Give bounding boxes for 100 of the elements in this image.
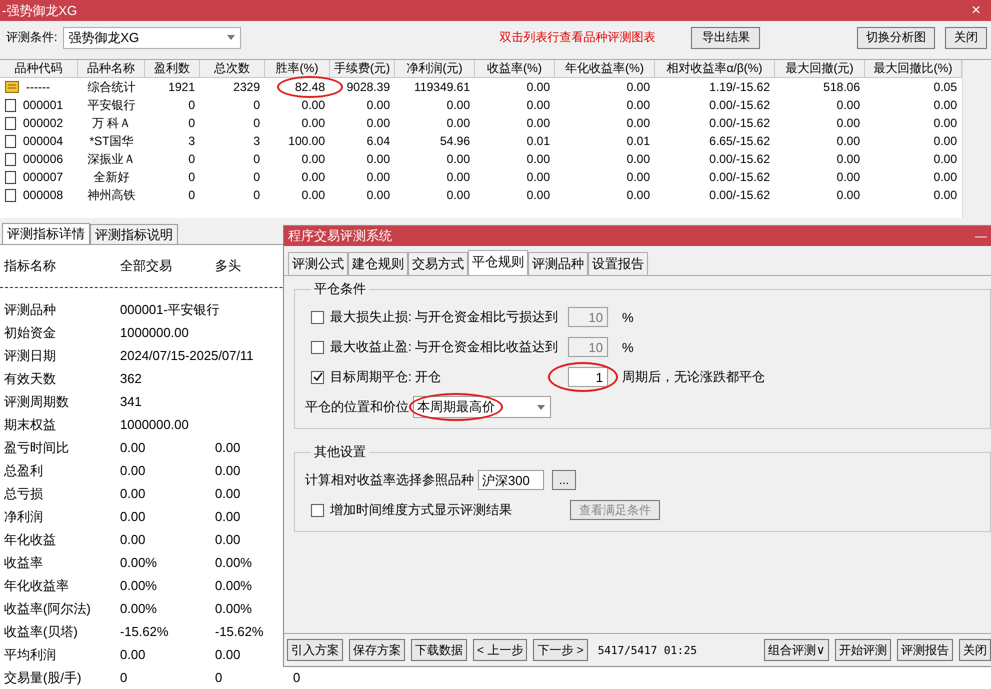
option-label: 最大损失止损: 与开仓资金相比亏损达到 (330, 308, 560, 326)
toolbar-button[interactable]: 切换分析图 (857, 26, 935, 49)
number-field[interactable]: 1 (568, 367, 608, 387)
table-cell: 0 (253, 98, 260, 112)
document-icon (5, 134, 16, 148)
progress-status: 5417/5417 01:25 (598, 644, 698, 656)
metric-value: 0.00 (215, 439, 242, 457)
metric-value: -15.62% (215, 623, 264, 641)
table-cell: 0 (253, 188, 260, 202)
table-cell: 0.00 (446, 152, 470, 166)
table-cell: 0.00 (302, 188, 325, 202)
footer-button[interactable]: 开始评测 (835, 639, 891, 661)
column-header[interactable]: 最大回撤(元) (775, 60, 865, 78)
table-cell: 0.00 (366, 152, 390, 166)
table-cell: 0 (188, 116, 195, 130)
table-cell: 9028.39 (346, 80, 390, 94)
footer-button[interactable]: 评测报告 (897, 639, 953, 661)
window-title: -强势御龙XG (2, 2, 78, 20)
metric-value: 0 (293, 669, 302, 687)
metric-value: 341 (120, 393, 143, 411)
table-cell: 0.00 (302, 170, 325, 184)
metric-value: 0.00 (120, 462, 146, 480)
price-dropdown[interactable]: 本周期最高价 (413, 396, 551, 418)
metric-name: 净利润 (3, 508, 44, 526)
browse-button[interactable]: ... (552, 470, 576, 490)
footer-button[interactable]: < 上一步 (473, 639, 528, 661)
column-header[interactable]: 品种名称 (78, 60, 145, 78)
column-header[interactable]: 相对收益率α/β(%) (655, 60, 775, 78)
toolbar-button[interactable]: 关闭 (945, 26, 987, 49)
option-label: 计算相对收益率选择参照品种 (305, 471, 474, 489)
settings-tab[interactable]: 建仓规则 (348, 252, 408, 275)
column-header[interactable]: 品种代码 (0, 60, 78, 78)
metric-value: 0.00 (215, 646, 242, 664)
metric-value: 0.00% (215, 577, 253, 595)
option-label: 增加时间维度方式显示评测结果 (330, 501, 513, 519)
condition-label: 评测条件: (6, 29, 58, 46)
unit-label: % (622, 340, 634, 354)
caret-icon (537, 404, 545, 410)
metric-value: 0.00 (120, 439, 146, 457)
column-header[interactable]: 胜率(%) (265, 60, 330, 78)
document-icon (5, 98, 16, 112)
table-cell: 82.48 (294, 80, 325, 94)
table-cell: 0.00 (526, 80, 550, 94)
folder-icon (5, 81, 19, 94)
minimize-button[interactable]: — (971, 229, 991, 243)
settings-tab[interactable]: 评测品种 (528, 252, 588, 275)
table-cell: 0.00/-15.62 (709, 188, 770, 202)
close-button[interactable]: × (961, 0, 991, 21)
footer-button[interactable]: 下载数据 (411, 639, 467, 661)
metric-name: 期末权益 (3, 416, 57, 434)
table-cell: 6.65/-15.62 (709, 134, 770, 148)
metric-value: 0.00 (120, 646, 146, 664)
footer-button[interactable]: 下一步 > (533, 639, 588, 661)
column-header[interactable]: 总次数 (200, 60, 265, 78)
table-cell: ------ (26, 80, 50, 94)
export-button[interactable]: 导出结果 (691, 26, 760, 49)
document-icon (5, 188, 16, 202)
table-cell: 0 (253, 116, 260, 130)
table-cell: 0.05 (934, 80, 957, 94)
option-label: 最大收益止盈: 与开仓资金相比收益达到 (330, 338, 560, 356)
table-cell: 0.00 (934, 170, 957, 184)
table-cell: 3 (253, 134, 260, 148)
footer-button[interactable]: 引入方案 (287, 639, 343, 661)
metric-name: 收益率(阿尔法) (3, 600, 92, 618)
table-cell: 0.00 (934, 116, 957, 130)
settings-tab[interactable]: 评测公式 (288, 252, 348, 275)
group-title: 其他设置 (313, 443, 367, 461)
column-header[interactable]: 手续费(元) (330, 60, 395, 78)
metric-value: 000001-平安银行 (120, 301, 220, 319)
table-cell: 54.96 (440, 134, 470, 148)
scrollbar[interactable] (962, 60, 991, 218)
metric-name: 年化收益率 (3, 577, 70, 595)
metric-name: 评测品种 (3, 301, 57, 319)
benchmark-field[interactable]: 沪深300 (478, 470, 544, 490)
column-header[interactable]: 净利润(元) (395, 60, 475, 78)
option-label: 目标周期平仓: 开仓 (330, 368, 442, 386)
footer-button[interactable]: 关闭 (959, 639, 991, 661)
table-cell: 0.00/-15.62 (709, 116, 770, 130)
table-cell: 0.00 (626, 80, 650, 94)
panel-tab[interactable]: 评测指标详情 (2, 223, 90, 244)
document-icon (5, 170, 16, 184)
metric-value: 1000000.00 (120, 324, 190, 342)
footer-button[interactable]: 保存方案 (349, 639, 405, 661)
column-header[interactable]: 收益率(%) (475, 60, 555, 78)
settings-tab[interactable]: 设置报告 (588, 252, 648, 275)
table-cell: 0.00/-15.62 (709, 152, 770, 166)
column-header[interactable]: 年化收益率(%) (555, 60, 655, 78)
footer-button[interactable]: 组合评测∨ (764, 639, 829, 661)
column-header[interactable]: 盈利数 (145, 60, 200, 78)
table-cell: 0.00 (836, 98, 860, 112)
condition-dropdown[interactable]: 强势御龙XG (63, 26, 242, 49)
table-cell: 0.00 (836, 170, 860, 184)
settings-tab[interactable]: 交易方式 (408, 252, 468, 275)
table-cell: 0.00 (836, 152, 860, 166)
table-cell: 0.00 (446, 98, 470, 112)
table-cell: 0.00 (366, 98, 390, 112)
checkbox[interactable] (311, 370, 324, 384)
panel-tab[interactable]: 评测指标说明 (90, 224, 178, 244)
settings-tab[interactable]: 平仓规则 (468, 250, 528, 275)
detail-header: 指标名称 (3, 256, 57, 274)
